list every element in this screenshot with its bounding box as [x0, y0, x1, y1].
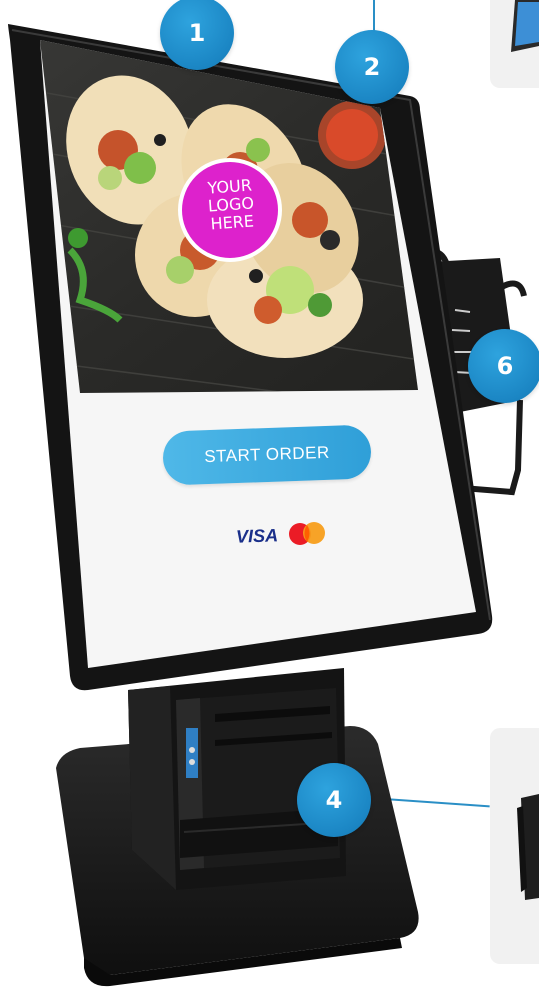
marker-2: 2	[335, 30, 409, 104]
marker-4: 4	[297, 763, 371, 837]
marker-6: 6	[468, 329, 539, 403]
mastercard-logo	[289, 522, 325, 545]
visa-logo: VISA	[235, 525, 279, 547]
start-order-button[interactable]: START ORDER	[162, 424, 372, 486]
logo-placeholder-text: YOUR LOGO HERE	[206, 175, 255, 234]
kiosk-illustration	[8, 24, 527, 987]
